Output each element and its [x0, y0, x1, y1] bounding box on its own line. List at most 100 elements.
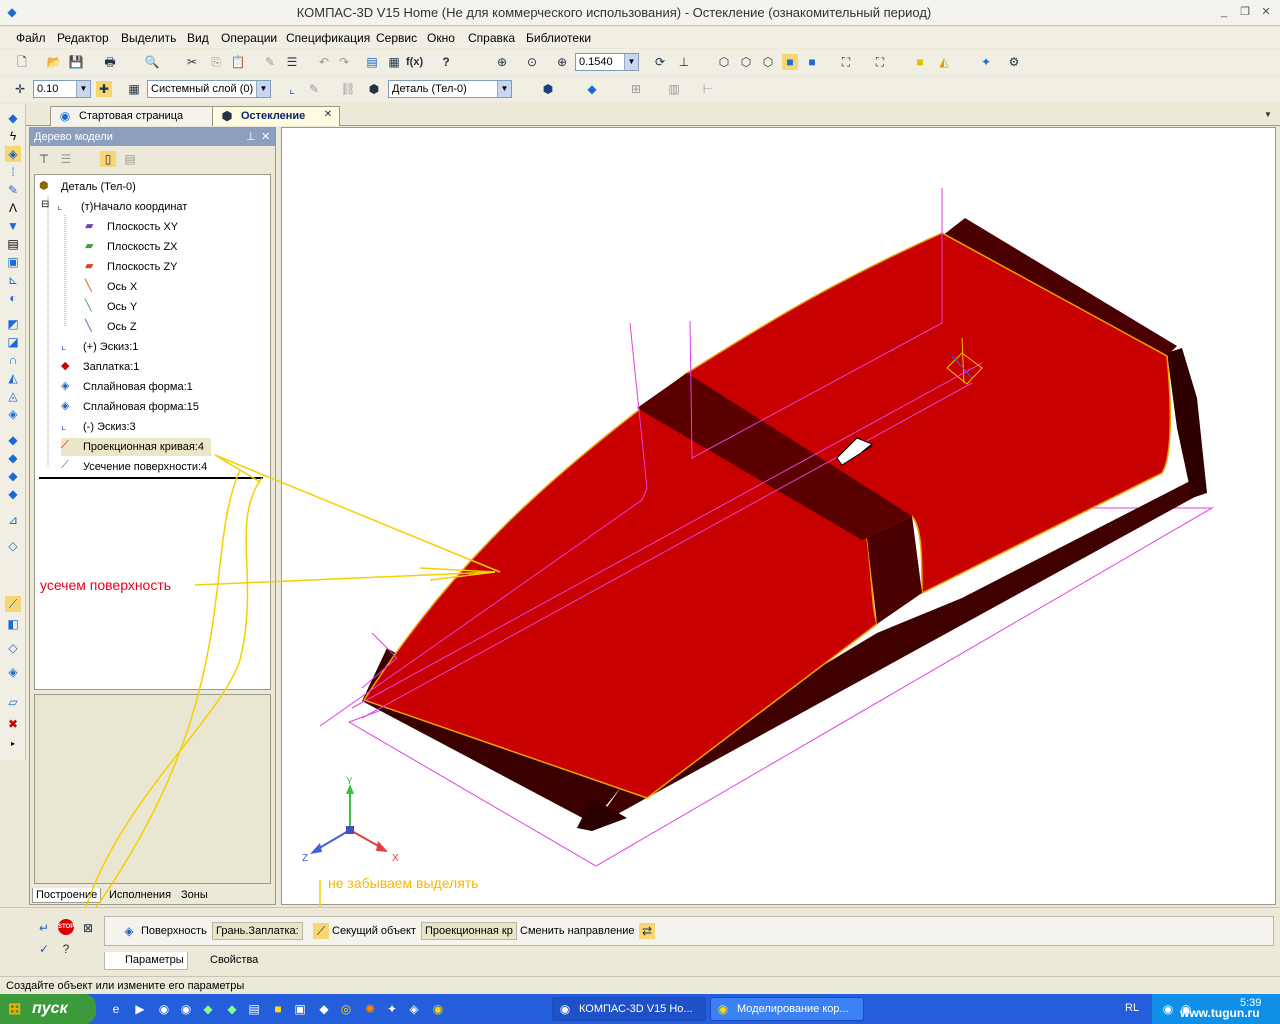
cutting-object-icon[interactable]: ⟋: [313, 923, 329, 939]
offset-surface-icon[interactable]: ◆: [5, 432, 21, 448]
orientation-icon[interactable]: ⊥: [676, 54, 692, 70]
arrays-icon[interactable]: ⁞: [5, 164, 21, 180]
measure-icon[interactable]: ⊾: [5, 272, 21, 288]
sketch-toggle-icon[interactable]: ⌞: [284, 81, 300, 97]
patch-surface-icon[interactable]: ◬: [5, 388, 21, 404]
fx-icon[interactable]: f(x): [406, 54, 423, 70]
stop-icon[interactable]: STOP: [58, 919, 74, 935]
menu-window[interactable]: Окно: [427, 31, 455, 45]
dimension-icon[interactable]: ⊢: [700, 81, 716, 97]
cut-surface-icon[interactable]: ◇: [5, 640, 21, 656]
app-icon[interactable]: ◉: [178, 1001, 194, 1017]
app-icon[interactable]: ◈: [406, 1001, 422, 1017]
orto-icon[interactable]: ✚: [96, 81, 112, 97]
change-direction-icon[interactable]: ⇄: [639, 923, 655, 939]
format-brush-icon[interactable]: ✎: [262, 54, 278, 70]
undo-icon[interactable]: ↶: [316, 54, 332, 70]
extrude-surface-icon[interactable]: ◩: [5, 316, 21, 332]
expand-arrow-icon[interactable]: ▸: [5, 736, 21, 752]
remove-faces-icon[interactable]: ◧: [5, 616, 21, 632]
task-browser[interactable]: ◉ Моделирование кор...: [710, 997, 864, 1021]
kompas-icon[interactable]: ✦: [384, 1001, 400, 1017]
cube-icon[interactable]: ■: [912, 54, 928, 70]
spec-icon[interactable]: ▤: [5, 236, 21, 252]
link-icon[interactable]: ⛓: [340, 81, 356, 97]
aux-geometry-icon[interactable]: ✎: [5, 182, 21, 198]
task-kompas[interactable]: ◉ КОМПАС-3D V15 Ho...: [552, 997, 706, 1021]
rotate-icon[interactable]: ⟳: [652, 54, 668, 70]
chevron-down-icon[interactable]: ▼: [256, 81, 270, 97]
paste-icon[interactable]: 📋: [230, 54, 246, 70]
menu-specification[interactable]: Спецификация: [286, 31, 370, 45]
collapse-icon[interactable]: ⊟: [41, 199, 49, 210]
notepad-icon[interactable]: ▤: [246, 1001, 262, 1017]
close-button[interactable]: ✕: [1258, 5, 1274, 20]
edit-details-icon[interactable]: ◆: [5, 110, 21, 126]
tab-start-page[interactable]: ◉ Стартовая страница: [50, 106, 216, 126]
revolve-surface-icon[interactable]: ◪: [5, 334, 21, 350]
cutting-object-field[interactable]: Проекционная кр: [421, 922, 517, 940]
global-icon[interactable]: ✦: [978, 54, 994, 70]
fixed-panel-icon[interactable]: ⊠: [80, 920, 96, 936]
spatial-curves-icon[interactable]: ϟ: [5, 128, 21, 144]
settings-icon[interactable]: ⚙: [1006, 54, 1022, 70]
surfaces-icon[interactable]: ◈: [5, 146, 21, 162]
save-icon[interactable]: 💾: [68, 54, 84, 70]
measure-icon[interactable]: ▥: [666, 81, 682, 97]
help-icon[interactable]: ?: [58, 941, 74, 957]
step-combo[interactable]: 0.10 ▼: [33, 80, 91, 98]
shaded-edges-icon[interactable]: ■: [804, 54, 820, 70]
mesh-surface-icon[interactable]: ◈: [5, 406, 21, 422]
surface-field[interactable]: Грань.Заплатка:: [212, 922, 303, 940]
sweep-surface-icon[interactable]: ∩: [5, 352, 21, 368]
linear-surface-icon[interactable]: ◆: [5, 468, 21, 484]
trim-surface-icon[interactable]: ⟋: [5, 596, 21, 612]
pin-icon[interactable]: ⊥: [246, 130, 256, 143]
zoom-in-icon[interactable]: ⊕: [554, 54, 570, 70]
fill-surface-icon[interactable]: ◈: [5, 664, 21, 680]
surface-select-icon[interactable]: ◈: [121, 923, 137, 939]
media-icon[interactable]: ▶: [132, 1001, 148, 1017]
tab-parameters[interactable]: Параметры: [104, 952, 188, 970]
create-object-icon[interactable]: ↵: [36, 920, 52, 936]
chevron-down-icon[interactable]: ▼: [624, 54, 638, 70]
zoom-window-icon[interactable]: ⊙: [524, 54, 540, 70]
tree-list-icon[interactable]: ☰: [58, 151, 74, 167]
thicken-icon[interactable]: ▱: [5, 694, 21, 710]
color-icon[interactable]: ⬢: [540, 81, 556, 97]
edit-sketch-icon[interactable]: ✎: [306, 81, 322, 97]
chevron-down-icon[interactable]: ▼: [76, 81, 90, 97]
app-icon[interactable]: ▣: [292, 1001, 308, 1017]
app-icon[interactable]: ◆: [200, 1001, 216, 1017]
tree-filter-icon[interactable]: ▤: [122, 151, 138, 167]
diagnostics-icon[interactable]: ◐: [5, 290, 21, 306]
chrome-icon[interactable]: ◉: [430, 1001, 446, 1017]
help-pointer-icon[interactable]: ?: [438, 54, 454, 70]
app-icon[interactable]: ◆: [224, 1001, 240, 1017]
apply-icon[interactable]: ✓: [36, 941, 52, 957]
tree-structure-icon[interactable]: ⊤: [36, 151, 52, 167]
layer-combo[interactable]: Системный слой (0) ▼: [147, 80, 271, 98]
thin-lines-icon[interactable]: ⬡: [760, 54, 776, 70]
model-viewport[interactable]: Y X Z: [281, 127, 1276, 905]
menu-select[interactable]: Выделить: [121, 31, 176, 45]
close-panel-icon[interactable]: ✕: [261, 130, 270, 143]
tab-zones[interactable]: Зоны: [178, 888, 211, 902]
cut-icon[interactable]: ✂: [184, 54, 200, 70]
snap-icon[interactable]: ✛: [12, 81, 28, 97]
ie-icon[interactable]: e: [108, 1001, 124, 1017]
tree-item-selected[interactable]: ⟋ Проекционная кривая:4: [61, 438, 211, 456]
spec-icon[interactable]: ▦: [386, 54, 402, 70]
menu-help[interactable]: Справка: [468, 31, 515, 45]
menu-editor[interactable]: Редактор: [57, 31, 109, 45]
tabs-dropdown-icon[interactable]: ▼: [1260, 107, 1276, 123]
tab-executions[interactable]: Исполнения: [106, 888, 174, 902]
start-button[interactable]: ⊞ пуск: [0, 994, 96, 1024]
layer-icon[interactable]: ▦: [126, 81, 142, 97]
delete-faces-icon[interactable]: ✖: [5, 716, 21, 732]
minimize-button[interactable]: _: [1216, 5, 1232, 20]
open-file-icon[interactable]: 📂: [46, 54, 62, 70]
menu-view[interactable]: Вид: [187, 31, 209, 45]
redo-icon[interactable]: ↷: [336, 54, 352, 70]
menu-service[interactable]: Сервис: [376, 31, 417, 45]
